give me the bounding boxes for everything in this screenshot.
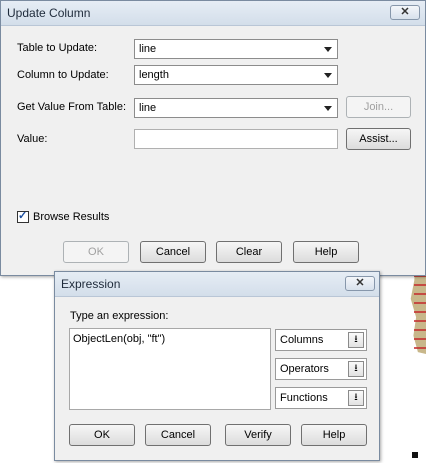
dropdown-arrow-icon: ⭳ (348, 390, 364, 406)
value-label: Value: (17, 133, 48, 145)
verify-button[interactable]: Verify (225, 424, 291, 446)
table-to-update-value: line (139, 43, 157, 55)
assist-button[interactable]: Assist... (346, 128, 411, 150)
dropdown-arrow-icon: ⭳ (348, 361, 364, 377)
close-icon: ✕ (400, 6, 410, 18)
checkmark-icon: ✓ (18, 210, 28, 222)
column-to-update-value: length (139, 69, 169, 81)
update-column-close-button[interactable]: ✕ (390, 5, 420, 20)
functions-label: Functions (280, 392, 328, 404)
type-expression-label: Type an expression: (70, 310, 169, 322)
functions-dropdown[interactable]: Functions ⭳ (275, 387, 367, 409)
column-to-update-label: Column to Update: (17, 69, 109, 81)
browse-results-checkbox[interactable]: ✓ (17, 210, 29, 223)
close-icon: ✕ (355, 277, 365, 289)
columns-dropdown[interactable]: Columns ⭳ (275, 329, 367, 351)
chevron-down-icon (324, 73, 332, 78)
dropdown-arrow-icon: ⭳ (348, 332, 364, 348)
operators-dropdown[interactable]: Operators ⭳ (275, 358, 367, 380)
expression-title: Expression (61, 277, 121, 291)
value-input[interactable] (134, 129, 338, 149)
update-column-title: Update Column (7, 6, 91, 20)
chevron-down-icon (324, 47, 332, 52)
update-column-dialog: Update Column ✕ Table to Update: line Co… (0, 0, 426, 276)
table-to-update-label: Table to Update: (17, 42, 98, 54)
join-button[interactable]: Join... (346, 96, 411, 118)
browse-results-label[interactable]: Browse Results (33, 211, 109, 223)
expression-ok-button[interactable]: OK (69, 424, 135, 446)
expression-close-button[interactable]: ✕ (345, 276, 375, 291)
update-column-titlebar[interactable]: Update Column ✕ (1, 1, 425, 26)
cancel-button[interactable]: Cancel (140, 241, 206, 263)
chevron-down-icon (324, 106, 332, 111)
get-value-from-table-select[interactable]: line (134, 98, 338, 118)
expression-titlebar[interactable]: Expression ✕ (55, 272, 379, 297)
ok-button[interactable]: OK (63, 241, 129, 263)
expression-dialog: Expression ✕ Type an expression: ObjectL… (54, 271, 380, 461)
help-button[interactable]: Help (293, 241, 359, 263)
expression-help-button[interactable]: Help (301, 424, 367, 446)
expression-text: ObjectLen(obj, "ft") (73, 333, 166, 345)
expression-cancel-button[interactable]: Cancel (145, 424, 211, 446)
map-point-marker (412, 452, 418, 458)
columns-label: Columns (280, 334, 324, 346)
table-to-update-select[interactable]: line (134, 39, 338, 59)
clear-button[interactable]: Clear (216, 241, 282, 263)
get-value-from-table-label: Get Value From Table: (17, 101, 127, 113)
get-value-from-table-value: line (139, 102, 157, 114)
operators-label: Operators (280, 363, 329, 375)
expression-textarea[interactable]: ObjectLen(obj, "ft") (69, 328, 271, 410)
map-line-features (414, 275, 426, 350)
column-to-update-select[interactable]: length (134, 65, 338, 85)
